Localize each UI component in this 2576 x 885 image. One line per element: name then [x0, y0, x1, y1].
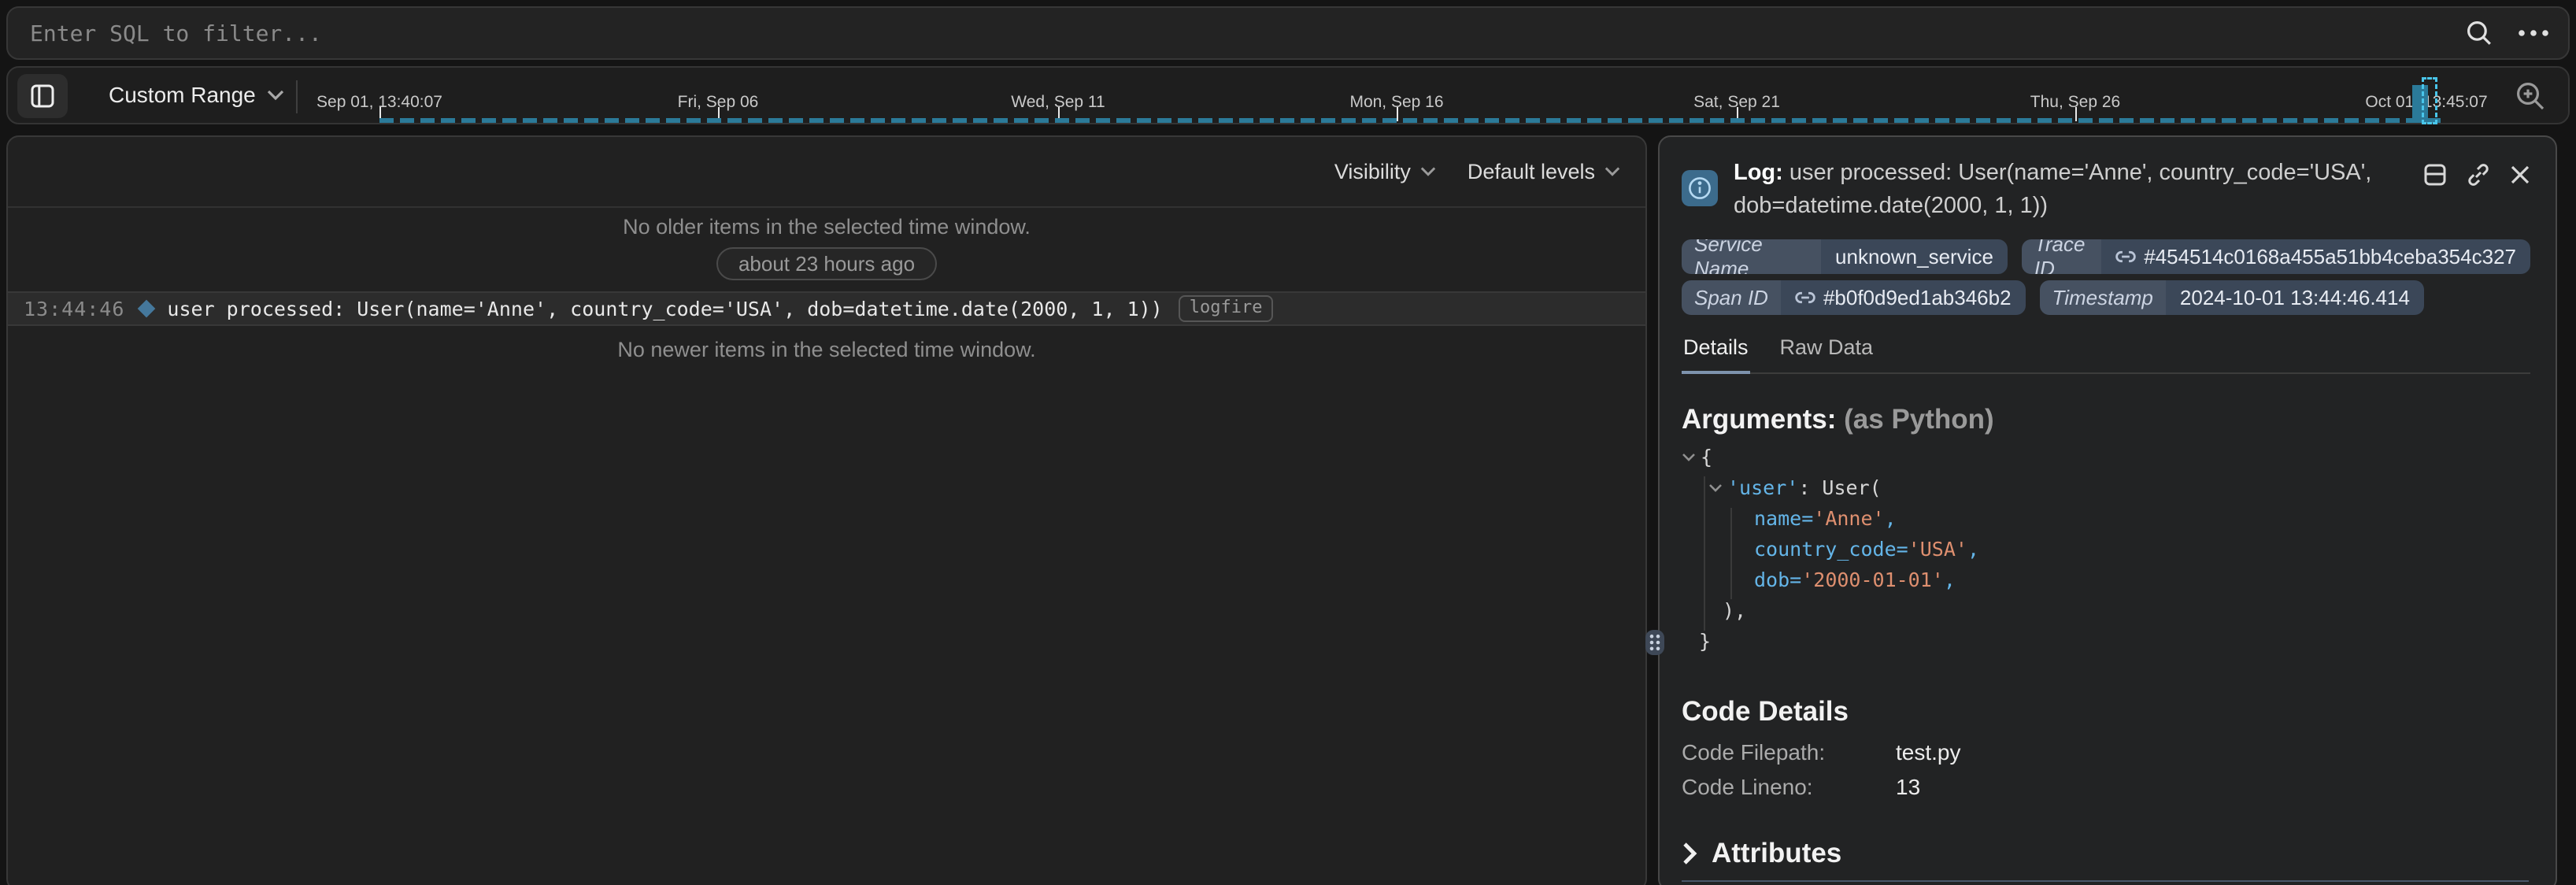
- code-token: '2000-01-01': [1801, 565, 1944, 595]
- sql-filter-input[interactable]: Enter SQL to filter...: [30, 20, 2466, 46]
- trace-id-badge[interactable]: Trace ID #454514c0168a455a51bb4ceba354c3…: [2022, 239, 2530, 274]
- visibility-dropdown[interactable]: Visibility: [1334, 160, 1436, 184]
- arguments-heading-sub: (as Python): [1844, 404, 1994, 435]
- detail-title-prefix: Log:: [1734, 160, 1783, 185]
- log-row[interactable]: 13:44:46 user processed: User(name='Anne…: [8, 291, 1645, 326]
- tab-details[interactable]: Details: [1682, 329, 1750, 374]
- log-row-time: 13:44:46: [24, 298, 124, 320]
- chevron-down-icon: [1420, 166, 1436, 177]
- section-divider: [1682, 880, 2529, 882]
- app-window: Enter SQL to filter... Custom Range Sep …: [0, 0, 2576, 885]
- arguments-heading: Arguments: (as Python): [1682, 404, 2530, 435]
- code-filepath-label: Code Filepath:: [1682, 735, 1896, 770]
- badge-label: Trace ID: [2022, 239, 2101, 274]
- info-level-icon: [1682, 170, 1718, 206]
- timestamp-badge: Timestamp 2024-10-01 13:44:46.414: [2040, 280, 2424, 315]
- indent-guide: [1704, 476, 1705, 631]
- time-range-dropdown[interactable]: Custom Range: [109, 68, 284, 123]
- collapse-chevron-icon[interactable]: [1682, 453, 1696, 462]
- code-token: ,: [1944, 565, 1956, 595]
- code-token: 'Anne': [1813, 503, 1884, 534]
- code-token: name=: [1754, 503, 1813, 534]
- code-token: 'user': [1727, 472, 1798, 503]
- arguments-code-block: { 'user': User( name='Anne', country_cod…: [1682, 442, 2530, 657]
- panel-resize-handle[interactable]: [1645, 630, 1664, 655]
- link-icon: [1795, 287, 1815, 308]
- chevron-down-icon: [267, 90, 284, 101]
- code-token: : User(: [1798, 472, 1881, 503]
- trace-id-value: #454514c0168a455a51bb4ceba354c327: [2144, 245, 2516, 269]
- attributes-label: Attributes: [1712, 838, 1841, 869]
- link-icon: [2115, 246, 2136, 267]
- detail-tabs: Details Raw Data: [1682, 329, 2530, 374]
- attributes-expander[interactable]: Attributes: [1682, 838, 2530, 869]
- detail-title: Log: user processed: User(name='Anne', c…: [1734, 156, 2423, 222]
- code-token: ),: [1723, 595, 1746, 626]
- code-lineno-value: 13: [1896, 770, 1920, 805]
- arguments-heading-text: Arguments:: [1682, 404, 1836, 435]
- timeline-selection-brush[interactable]: [2422, 77, 2437, 124]
- search-icon[interactable]: [2466, 20, 2493, 46]
- visibility-dropdown-label: Visibility: [1334, 160, 1411, 184]
- metadata-badges: Service Name unknown_service Trace ID #4…: [1682, 239, 2530, 315]
- service-name-badge: Service Name unknown_service: [1682, 239, 2008, 274]
- badge-label: Span ID: [1682, 280, 1781, 315]
- more-options-icon[interactable]: [2518, 29, 2549, 37]
- log-detail-panel: Log: user processed: User(name='Anne', c…: [1658, 135, 2557, 885]
- code-filepath-row: Code Filepath: test.py: [1682, 735, 2530, 770]
- panel-left-icon: [31, 84, 54, 108]
- no-newer-items-message: No newer items in the selected time wind…: [8, 335, 1645, 364]
- chevron-down-icon: [1604, 166, 1620, 177]
- code-filepath-value: test.py: [1896, 735, 1960, 770]
- drag-dots-icon: [1649, 634, 1661, 651]
- timestamp-value: 2024-10-01 13:44:46.414: [2166, 286, 2424, 310]
- divider: [296, 80, 298, 113]
- badge-label: Service Name: [1682, 239, 1821, 274]
- badge-label: Timestamp: [2040, 280, 2166, 315]
- zoom-in-icon[interactable]: [2515, 80, 2546, 112]
- time-range-label: Custom Range: [109, 83, 256, 108]
- badge-value: unknown_service: [1821, 245, 2008, 269]
- timeline-bar: Custom Range Sep 01, 13:40:07 Fri, Sep 0…: [6, 66, 2570, 124]
- code-details-heading: Code Details: [1682, 696, 2530, 728]
- detail-title-message: user processed: User(name='Anne', countr…: [1734, 160, 2371, 218]
- sidebar-toggle-button[interactable]: [17, 74, 68, 118]
- log-row-tag: logfire: [1179, 295, 1274, 322]
- time-ago-pill[interactable]: about 23 hours ago: [716, 247, 937, 280]
- default-levels-dropdown[interactable]: Default levels: [1468, 160, 1620, 184]
- log-list-toolbar: Visibility Default levels: [8, 137, 1645, 208]
- code-token: {: [1701, 442, 1712, 472]
- collapse-chevron-icon[interactable]: [1708, 483, 1723, 493]
- default-levels-dropdown-label: Default levels: [1468, 160, 1595, 184]
- code-token: dob=: [1754, 565, 1801, 595]
- code-token: 'USA': [1908, 534, 1967, 565]
- chevron-right-icon: [1682, 842, 1697, 865]
- code-token: country_code=: [1754, 534, 1908, 565]
- span-id-value: #b0f0d9ed1ab346b2: [1823, 286, 2012, 310]
- no-older-items-message: No older items in the selected time wind…: [8, 213, 1645, 241]
- close-icon[interactable]: [2510, 165, 2530, 185]
- code-lineno-label: Code Lineno:: [1682, 770, 1896, 805]
- copy-link-icon[interactable]: [2466, 162, 2491, 187]
- log-level-diamond-icon: [138, 300, 156, 318]
- code-token: ,: [1885, 503, 1897, 534]
- code-lineno-row: Code Lineno: 13: [1682, 770, 2530, 805]
- sql-filter-bar[interactable]: Enter SQL to filter...: [6, 6, 2570, 60]
- open-in-panel-icon[interactable]: [2423, 163, 2447, 187]
- code-token: ,: [1967, 534, 1979, 565]
- indent-guide: [1730, 508, 1732, 599]
- span-id-badge[interactable]: Span ID #b0f0d9ed1ab346b2: [1682, 280, 2026, 315]
- tab-raw-data[interactable]: Raw Data: [1778, 329, 1875, 372]
- detail-header: Log: user processed: User(name='Anne', c…: [1682, 156, 2530, 222]
- timeline-activity-track[interactable]: [379, 118, 2442, 123]
- log-row-message: user processed: User(name='Anne', countr…: [167, 298, 1162, 320]
- log-list-panel: Visibility Default levels No older items…: [6, 135, 1647, 885]
